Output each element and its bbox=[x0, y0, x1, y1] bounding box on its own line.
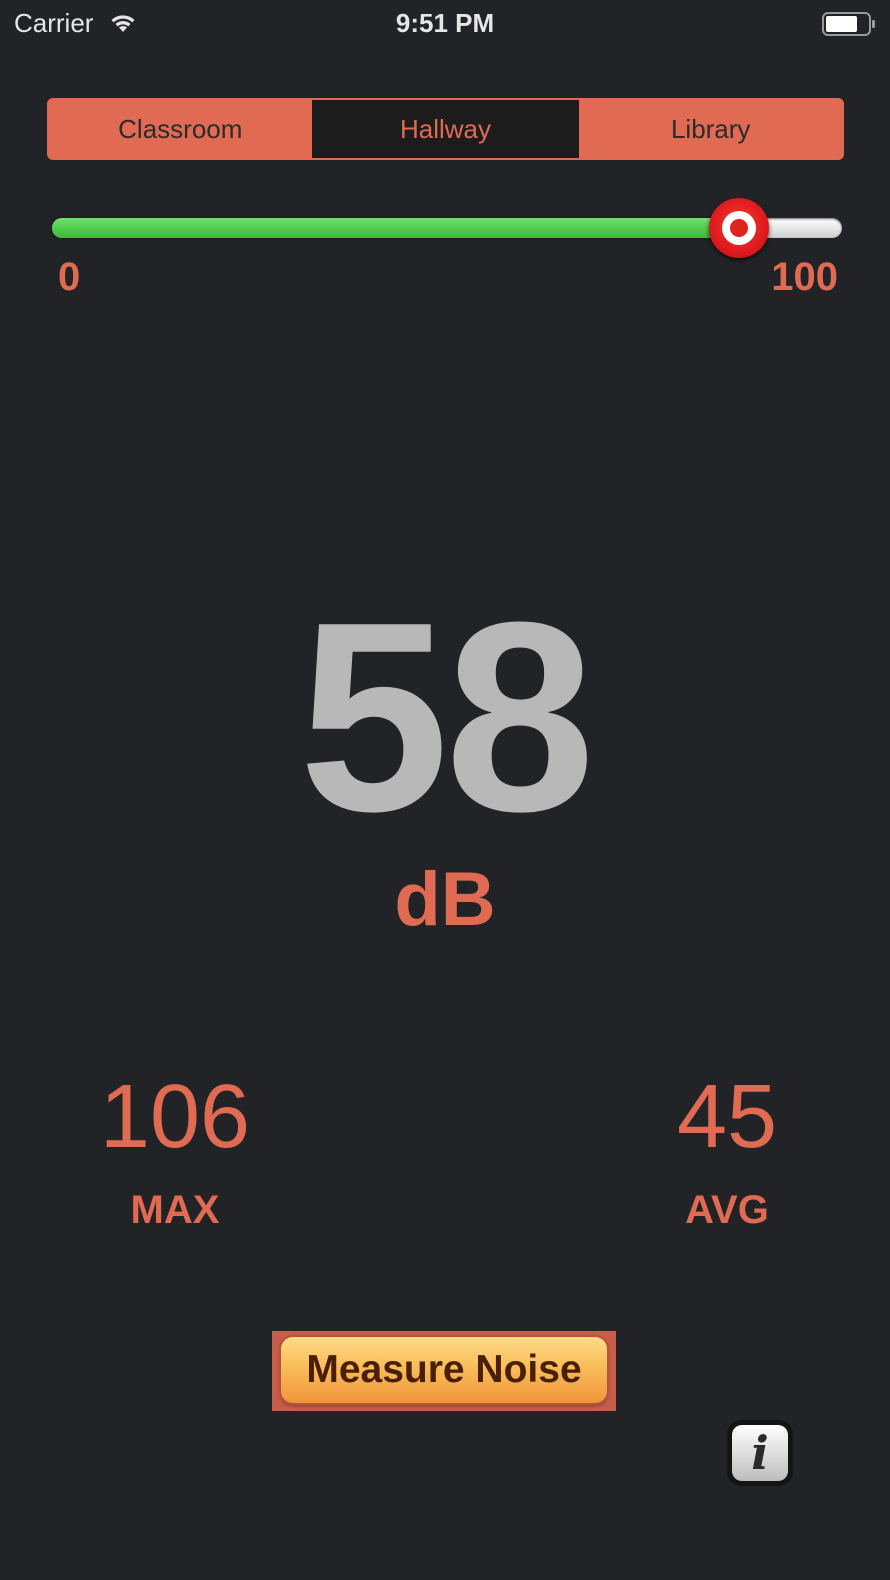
measure-button-frame: Measure Noise bbox=[272, 1331, 616, 1411]
status-bar: Carrier 9:51 PM bbox=[0, 0, 890, 48]
slider-min-label: 0 bbox=[58, 255, 81, 299]
decibel-unit-label: dB bbox=[394, 857, 496, 942]
segment-library[interactable]: Library bbox=[579, 100, 842, 158]
battery-icon bbox=[822, 12, 875, 36]
info-button[interactable]: i bbox=[727, 1420, 793, 1486]
status-time: 9:51 PM bbox=[395, 8, 495, 38]
avg-value: 45 bbox=[676, 1067, 778, 1167]
slider-fill bbox=[52, 218, 739, 238]
environment-segmented-control: Classroom Hallway Library bbox=[47, 98, 844, 160]
threshold-slider[interactable] bbox=[52, 198, 842, 260]
segment-hallway[interactable]: Hallway bbox=[311, 100, 580, 158]
slider-thumb[interactable] bbox=[709, 198, 769, 258]
max-value: 106 bbox=[99, 1067, 251, 1167]
avg-label: AVG bbox=[685, 1188, 769, 1232]
segment-classroom[interactable]: Classroom bbox=[49, 100, 312, 158]
measure-noise-button[interactable]: Measure Noise bbox=[281, 1337, 607, 1403]
slider-max-label: 100 bbox=[771, 255, 838, 299]
info-icon: i bbox=[732, 1425, 788, 1481]
current-decibel-reading: 58 bbox=[298, 567, 595, 868]
max-label: MAX bbox=[130, 1188, 220, 1232]
